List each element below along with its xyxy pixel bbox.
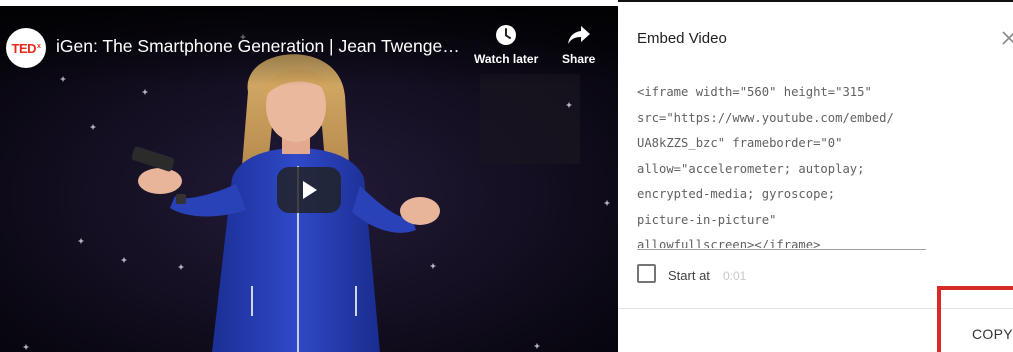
stage-star — [534, 343, 539, 348]
stage-star — [90, 124, 95, 129]
stage-star — [566, 102, 571, 107]
stage-star — [23, 344, 28, 349]
channel-logo[interactable]: TEDx — [6, 28, 46, 68]
video-player[interactable]: TEDx iGen: The Smartphone Generation | J… — [0, 6, 618, 352]
stage-star — [142, 89, 147, 94]
close-button[interactable] — [1000, 26, 1013, 50]
start-at-checkbox[interactable] — [637, 264, 656, 283]
start-at-time[interactable]: 0:01 — [723, 269, 746, 283]
share-label: Share — [562, 52, 596, 66]
share-button[interactable]: Share — [562, 24, 595, 66]
play-button[interactable] — [277, 167, 341, 213]
watch-later-label: Watch later — [474, 52, 539, 66]
panel-divider — [618, 308, 1013, 309]
embed-code-underline — [637, 249, 926, 250]
stage-star — [78, 238, 83, 243]
video-title[interactable]: iGen: The Smartphone Generation | Jean T… — [56, 36, 461, 57]
top-border — [618, 0, 1013, 2]
start-at-label: Start at — [668, 268, 710, 283]
copy-button[interactable]: COPY — [972, 326, 1013, 342]
copy-highlight-box — [937, 286, 1013, 352]
stage-star — [604, 200, 609, 205]
close-icon — [1002, 31, 1013, 45]
embed-panel: Embed Video Start at 0:01 COPY — [618, 6, 1013, 352]
watch-later-button[interactable]: Watch later — [474, 24, 538, 66]
channel-logo-text: TEDx — [11, 40, 41, 56]
panel-title: Embed Video — [637, 30, 727, 47]
play-icon — [303, 181, 317, 199]
embed-code-textarea[interactable] — [637, 80, 927, 248]
clock-icon — [496, 25, 517, 45]
stage-star — [121, 257, 126, 262]
share-arrow-icon — [567, 26, 590, 44]
stage-star — [430, 263, 435, 268]
stage-star — [178, 264, 183, 269]
